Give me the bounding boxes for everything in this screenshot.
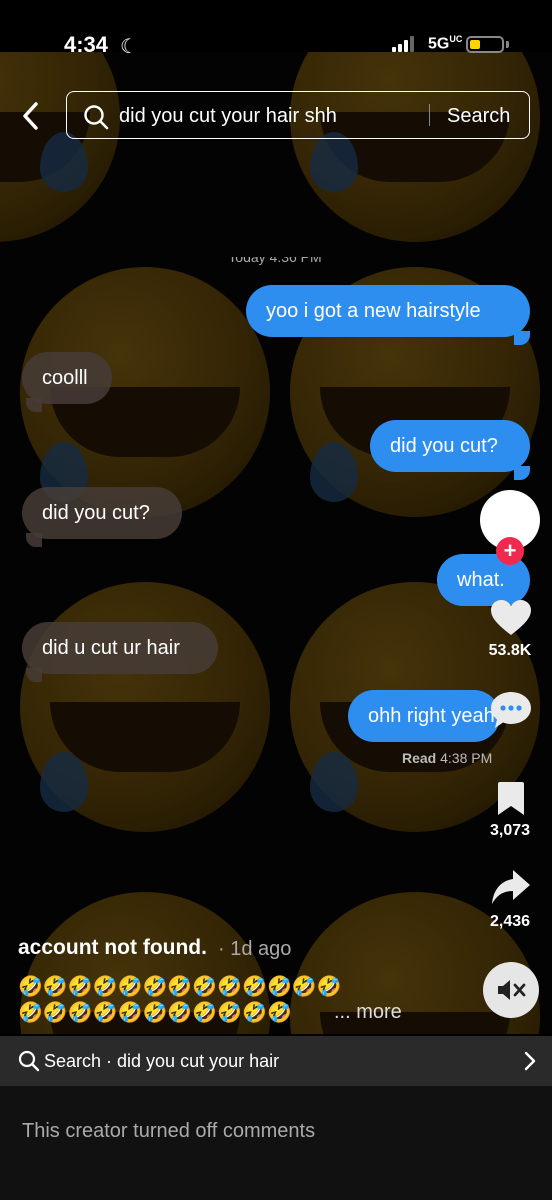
- share-icon[interactable]: [491, 868, 531, 906]
- author-name[interactable]: account not found.: [18, 936, 207, 960]
- related-search-text: Search · did you cut your hair: [44, 1051, 280, 1071]
- message-bubble-outgoing: yoo i got a new hairstyle: [246, 285, 530, 337]
- follow-button[interactable]: +: [496, 537, 524, 565]
- search-icon: [18, 1050, 40, 1072]
- search-icon: [84, 105, 109, 130]
- message-bubble-outgoing: ohh right yeah: [348, 690, 500, 742]
- message-bubble-incoming: did u cut ur hair: [22, 622, 218, 674]
- status-time: 4:34: [64, 32, 109, 57]
- battery-tip: [506, 41, 509, 48]
- chevron-left-icon: [23, 102, 38, 130]
- mute-button[interactable]: [483, 962, 539, 1018]
- moon-icon: ☾: [120, 36, 138, 58]
- chat-timestamp: Today 4:36 PM: [228, 257, 322, 265]
- network-type: 5GUC: [428, 34, 463, 53]
- search-divider: [429, 104, 430, 126]
- post-age: · 1d ago: [218, 938, 292, 960]
- muted-speaker-icon: [498, 980, 526, 1000]
- chevron-right-icon: [524, 1051, 536, 1071]
- search-input[interactable]: did you cut your hair shh: [119, 105, 337, 128]
- comments-disabled-notice: This creator turned off comments: [22, 1120, 316, 1142]
- signal-icon: [392, 36, 418, 52]
- read-receipt: Read 4:38 PM: [402, 750, 493, 766]
- message-bubble-incoming: coolll: [22, 352, 112, 404]
- save-count: 3,073: [489, 822, 531, 839]
- message-bubble-incoming: did you cut?: [22, 487, 182, 539]
- heart-icon[interactable]: [490, 599, 532, 637]
- like-count: 53.8K: [488, 642, 532, 659]
- video-dim-overlay: [0, 52, 552, 1034]
- status-bar: 4:34 ☾ 5GUC: [0, 0, 552, 58]
- comments-section: This creator turned off comments: [0, 1086, 552, 1200]
- search-bar[interactable]: did you cut your hair shh Search: [66, 91, 530, 139]
- video-background[interactable]: [0, 52, 552, 1034]
- back-button[interactable]: [18, 100, 46, 132]
- battery-icon: [466, 36, 504, 53]
- related-search-bar[interactable]: Search · did you cut your hair: [0, 1036, 552, 1086]
- share-count: 2,436: [489, 913, 531, 930]
- more-link[interactable]: ... more: [334, 1001, 402, 1024]
- comment-icon[interactable]: [490, 690, 532, 730]
- bookmark-icon[interactable]: [495, 781, 527, 817]
- message-bubble-outgoing: did you cut?: [370, 420, 530, 472]
- search-submit-button[interactable]: Search: [447, 105, 510, 128]
- caption-line: 🤣🤣🤣🤣🤣🤣🤣🤣🤣🤣🤣🤣🤣: [18, 976, 342, 998]
